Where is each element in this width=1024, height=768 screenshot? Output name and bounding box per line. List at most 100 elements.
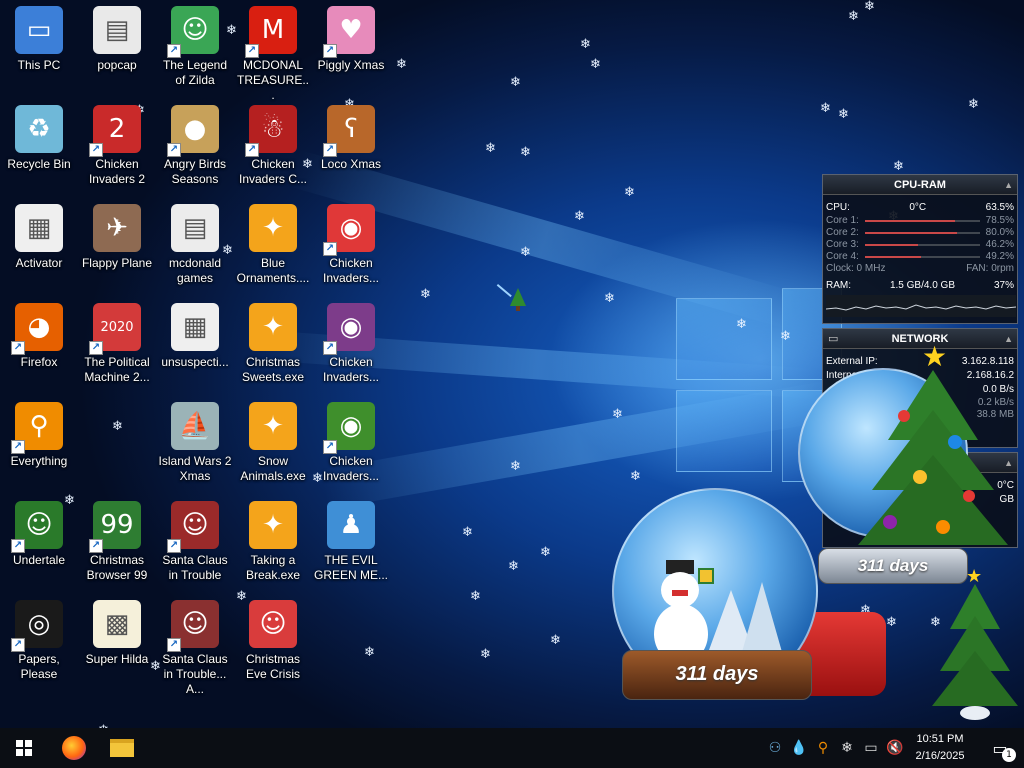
desktop[interactable]: ❄ ❄ ❄ ❄ ❄ ❄ ❄ ❄ ❄ ❄ ❄ ❄ ❄ ❄ ❄ ❄ ❄ ❄ ❄ ❄ ❄ ❄ ❄ ❄ ❄ ❄ ❄ ❄ ❄ ❄ ❄ ❄ ❄ ❄ ❄ ❄ ❄ ❄ ❄ ❄… — [0, 0, 1024, 728]
desktop-icon[interactable]: ▭ This PC — [0, 4, 78, 100]
cpu-temp: 0°C — [909, 202, 927, 213]
desktop-icon[interactable]: ☺ Christmas Eve Crisis — [234, 598, 312, 694]
desktop-icon[interactable]: ʕ ↗ Loco Xmas — [312, 103, 390, 199]
desktop-icon[interactable]: ♻ Recycle Bin — [0, 103, 78, 199]
desktop-icon-label: mcdonald games — [168, 256, 222, 285]
desktop-icon[interactable]: ✦ Christmas Sweets.exe — [234, 301, 312, 397]
snowflake-icon: ❄ — [574, 209, 585, 224]
desktop-icon[interactable]: ✦ Snow Animals.exe — [234, 400, 312, 496]
droplet-icon[interactable]: 💧 — [788, 728, 810, 768]
chicken-icon: 2 ↗ — [89, 105, 141, 157]
snowflake-icon: ❄ — [540, 545, 551, 560]
desktop-icon[interactable]: ▤ mcdonald games — [156, 202, 234, 298]
recycle-bin-icon: ♻ — [15, 105, 63, 153]
network-icon[interactable]: ▭ — [860, 728, 882, 768]
game-legend-zilda-icon: ☺ ↗ — [167, 6, 219, 58]
snowflake-icon: ❄ — [480, 647, 491, 662]
computer-icon: ▭ — [15, 6, 63, 54]
shortcut-arrow-icon: ↗ — [11, 638, 25, 652]
papers-please-icon: ◎ ↗ — [11, 600, 63, 652]
desktop-icon[interactable]: M ↗ MCDONAL TREASURE... — [234, 4, 312, 102]
clock[interactable]: 10:51 PM 2/16/2025 — [908, 731, 972, 765]
desktop-icon[interactable]: ◉ ↗ Chicken Invaders... — [312, 202, 390, 298]
shortcut-arrow-icon: ↗ — [167, 539, 181, 553]
christmas-tree-icon: ★ — [858, 340, 1008, 560]
file-icon: ▦ — [15, 204, 63, 252]
desktop-icon[interactable]: 2 ↗ Chicken Invaders 2 — [78, 103, 156, 199]
shortcut-arrow-icon: ↗ — [167, 143, 181, 157]
people-icon[interactable]: ⚇ — [764, 728, 786, 768]
collapse-icon[interactable]: ▲ — [1004, 175, 1013, 195]
desktop-icon-label: Christmas Sweets.exe — [241, 355, 305, 384]
desktop-icon-label: Chicken Invaders C... — [238, 157, 308, 186]
desktop-icon[interactable]: ▦ unsuspecti... — [156, 301, 234, 397]
core-usage-bar — [864, 220, 980, 222]
core-usage-bar — [864, 256, 980, 258]
desktop-icon-label: Christmas Eve Crisis — [245, 652, 300, 681]
taskbar-file-explorer-button[interactable] — [98, 728, 146, 768]
shortcut-arrow-icon: ↗ — [245, 44, 259, 58]
desktop-icon-label: Piggly Xmas — [317, 58, 385, 72]
desktop-icon[interactable]: ✦ Taking a Break.exe — [234, 499, 312, 595]
snowflake-icon: ❄ — [968, 97, 979, 112]
cpu-ram-gadget[interactable]: CPU-RAM ▲ CPU: 0°C 63.5% Core 1: 78.5% Core… — [822, 174, 1018, 324]
desktop-icon[interactable]: ⛵ Island Wars 2 Xmas — [156, 400, 234, 496]
cpu-label: CPU: — [826, 202, 850, 213]
desktop-icon[interactable]: ▤ popcap — [78, 4, 156, 100]
snowflake-icon: ❄ — [612, 407, 623, 422]
cpu-core-row: Core 4: 49.2% — [823, 251, 1017, 263]
desktop-icon[interactable]: ● ↗ Angry Birds Seasons — [156, 103, 234, 199]
snowflake-icon: ❄ — [508, 559, 519, 574]
desktop-icon[interactable]: ◉ ↗ Chicken Invaders... — [312, 301, 390, 397]
desktop-icon-label: Snow Animals.exe — [240, 454, 306, 483]
desktop-icon-label: Christmas Browser 99 — [86, 553, 148, 582]
desktop-icon[interactable]: 99 ↗ Christmas Browser 99 — [78, 499, 156, 595]
desktop-icon[interactable]: ☺ ↗ Santa Claus in Trouble... A... — [156, 598, 234, 696]
snowflake-icon: ❄ — [470, 589, 481, 604]
snowflake-icon: ❄ — [580, 37, 591, 52]
search-magnifier-icon: ⚲ ↗ — [11, 402, 63, 454]
shortcut-arrow-icon: ↗ — [323, 143, 337, 157]
core-value: 80.0% — [985, 227, 1014, 238]
santa-icon: ☺ — [249, 600, 297, 648]
desktop-icon-label: Loco Xmas — [320, 157, 382, 171]
snow-globe-base: 311 days — [622, 650, 812, 700]
desktop-icon[interactable]: ▦ Activator — [0, 202, 78, 298]
volume-muted-icon[interactable]: 🔇 — [884, 728, 906, 768]
monitor-icon: ▭ — [828, 332, 839, 345]
desktop-icon[interactable]: ▩ Super Hilda — [78, 598, 156, 694]
start-button[interactable] — [0, 728, 48, 768]
shortcut-arrow-icon: ↗ — [323, 440, 337, 454]
desktop-icon-label: THE EVIL GREEN ME... — [314, 553, 389, 582]
snowflake-icon: ❄ — [485, 141, 496, 156]
desktop-icon[interactable]: ⚲ ↗ Everything — [0, 400, 78, 496]
desktop-icon-label: Chicken Invaders... — [322, 355, 380, 384]
clock-time: 10:51 PM — [916, 733, 964, 745]
snowflake-icon[interactable]: ❄ — [836, 728, 858, 768]
desktop-icon[interactable]: ☺ ↗ Undertale — [0, 499, 78, 595]
desktop-icon[interactable]: ◕ ↗ Firefox — [0, 301, 78, 397]
search-magnifier-icon[interactable]: ⚲ — [812, 728, 834, 768]
snowflake-icon: ❄ — [550, 633, 561, 648]
puzzle-exe-icon: ✦ — [249, 402, 297, 450]
desktop-icon[interactable]: ◎ ↗ Papers, Please — [0, 598, 78, 694]
desktop-icon-label: Chicken Invaders... — [322, 256, 380, 285]
desktop-icon[interactable]: ☺ ↗ Santa Claus in Trouble — [156, 499, 234, 595]
desktop-icon[interactable]: ✈ Flappy Plane — [78, 202, 156, 298]
desktop-icon[interactable]: ♟ THE EVIL GREEN ME... — [312, 499, 390, 595]
windows-logo-pane — [676, 298, 772, 380]
desktop-icon[interactable]: 2020 ↗ The Political Machine 2... — [78, 301, 156, 397]
desktop-icon[interactable]: ◉ ↗ Chicken Invaders... — [312, 400, 390, 496]
taskbar-firefox-button[interactable] — [50, 728, 98, 768]
snowflake-icon: ❄ — [864, 0, 875, 14]
snowflake-icon: ❄ — [520, 145, 531, 160]
desktop-icon[interactable]: ☺ ↗ The Legend of Zilda — [156, 4, 234, 100]
desktop-icon-label: unsuspecti... — [161, 355, 229, 369]
desktop-icon[interactable]: ☃ ↗ Chicken Invaders C... — [234, 103, 312, 199]
desktop-icon[interactable]: ✦ Blue Ornaments.... — [234, 202, 312, 298]
christmas-tree-cursor-icon — [496, 282, 532, 314]
gift-icon — [698, 568, 714, 584]
shortcut-arrow-icon: ↗ — [11, 440, 25, 454]
action-center-button[interactable]: ▭ 1 — [976, 728, 1024, 768]
desktop-icon[interactable]: ♥ ↗ Piggly Xmas — [312, 4, 390, 100]
